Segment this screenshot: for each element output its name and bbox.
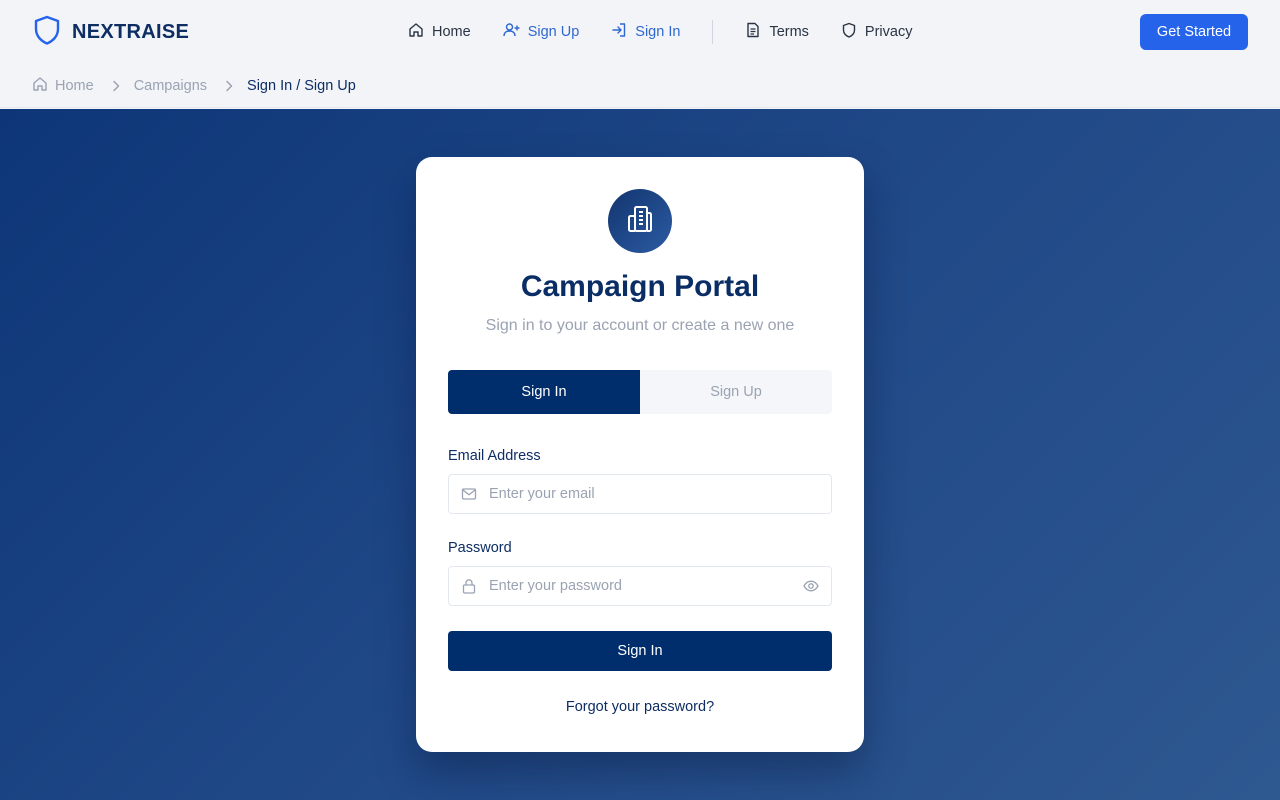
breadcrumb-label: Home (55, 78, 94, 94)
breadcrumb-campaigns[interactable]: Campaigns (134, 78, 207, 94)
home-icon (408, 22, 424, 42)
nav-item-sign-in[interactable]: Sign In (611, 22, 680, 42)
main-nav: Home Sign Up Sign In Terms Privacy (408, 20, 944, 44)
password-field-wrapper (448, 566, 832, 606)
nav-item-label: Home (432, 24, 471, 40)
nav-item-label: Terms (769, 24, 809, 40)
lock-icon (461, 578, 477, 594)
portal-logo (608, 189, 672, 253)
shield-logo-icon (34, 15, 60, 50)
nav-divider (712, 20, 714, 44)
nav-item-privacy[interactable]: Privacy (841, 22, 913, 42)
card-subtitle: Sign in to your account or create a new … (485, 317, 795, 334)
chevron-right-icon (112, 80, 120, 92)
breadcrumb-label: Campaigns (133, 78, 208, 94)
nav-item-home[interactable]: Home (408, 22, 471, 42)
nav-item-label: Privacy (864, 24, 913, 40)
auth-tabs: Sign In Sign Up (448, 370, 832, 414)
sign-in-icon (611, 22, 627, 42)
chevron-right-icon (225, 80, 233, 92)
password-input[interactable] (449, 567, 831, 605)
sign-in-button[interactable]: Sign In (448, 631, 832, 671)
eye-icon[interactable] (803, 578, 819, 594)
breadcrumb: Home Campaigns Sign In / Sign Up (32, 75, 356, 97)
nav-item-label: Sign In (635, 24, 681, 40)
nav-item-terms[interactable]: Terms (745, 22, 809, 42)
get-started-button[interactable]: Get Started (1140, 14, 1248, 50)
card-title: Campaign Portal (520, 270, 760, 303)
password-label: Password (448, 540, 512, 556)
forgot-password-link[interactable]: Forgot your password? (416, 699, 864, 715)
shield-icon (841, 22, 857, 42)
tab-sign-in[interactable]: Sign In (448, 370, 640, 414)
breadcrumb-home[interactable]: Home (32, 76, 94, 96)
auth-card: Campaign Portal Sign in to your account … (416, 157, 864, 752)
email-label: Email Address (448, 448, 541, 464)
email-field-wrapper (448, 474, 832, 514)
breadcrumb-current: Sign In / Sign Up (247, 78, 356, 94)
nav-item-label: Sign Up (527, 24, 580, 40)
brand-name: NEXTRAISE (72, 20, 190, 43)
top-header: NEXTRAISE Home Sign Up Sign In Terms Pri… (0, 0, 1280, 108)
mail-icon (461, 486, 477, 502)
breadcrumb-label: Sign In / Sign Up (247, 78, 356, 94)
email-input[interactable] (449, 475, 831, 513)
home-icon (32, 76, 48, 96)
brand-logo[interactable]: NEXTRAISE (34, 15, 190, 50)
user-plus-icon (502, 22, 520, 42)
nav-item-sign-up[interactable]: Sign Up (502, 22, 580, 42)
tab-sign-up[interactable]: Sign Up (640, 370, 832, 414)
document-icon (745, 22, 761, 42)
building-icon (625, 204, 655, 239)
